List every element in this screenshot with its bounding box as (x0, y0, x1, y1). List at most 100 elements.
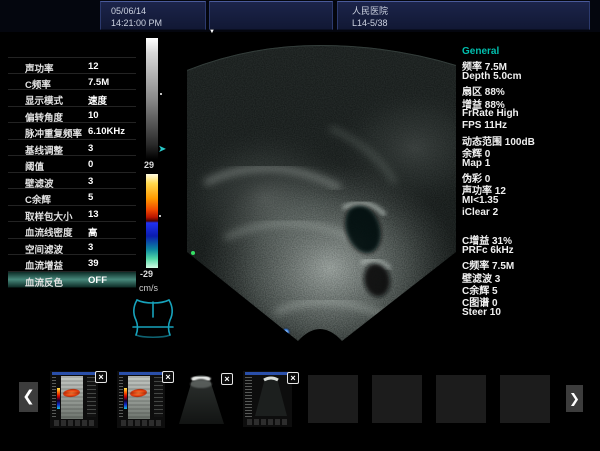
info-c-gain: C增益 31% (462, 232, 598, 244)
param-value: 12 (88, 61, 99, 72)
thumb-titlebar (119, 372, 163, 375)
info-frequency: 频率 7.5M (462, 58, 598, 70)
hospital-box: 人民医院 L14-5/38 (337, 1, 590, 30)
info-framerate: FrRate High (462, 108, 598, 120)
thumb-mini-strip (54, 420, 94, 426)
body-marker-icon[interactable] (126, 296, 180, 340)
param-label: 基线调整 (25, 143, 63, 157)
info-spacer (462, 219, 598, 232)
date-text: 05/06/14 (111, 5, 205, 17)
param-label: 血流增益 (25, 258, 63, 272)
param-row-display-mode[interactable]: 显示模式 速度 (8, 90, 136, 107)
param-row-flow-gain[interactable]: 血流增益 39 (8, 255, 136, 272)
ultrasound-image[interactable] (180, 33, 472, 349)
param-value: 0 (88, 159, 93, 170)
param-label: 血流线密度 (25, 225, 73, 239)
thumbnail-doppler-2[interactable] (117, 371, 165, 428)
thumb-doppler-blob (130, 388, 148, 398)
thumbnail-2-close-button[interactable]: × (162, 371, 174, 383)
thumb-info-column (154, 377, 163, 417)
thumbnail-1-close-button[interactable]: × (95, 371, 107, 383)
thumb-sector-shape (254, 375, 290, 419)
cursor-arrow-icon: ➤ (158, 144, 166, 155)
info-gain: 增益 88% (462, 96, 598, 108)
focus-marker-dot (160, 93, 162, 95)
thumb-bmode-image (61, 376, 83, 419)
param-row-spatial-filter[interactable]: 空间滤波 3 (8, 239, 136, 256)
parameter-panel: 声功率 12 C频率 7.5M 显示模式 速度 偏转角度 10 脉冲重复频率 6… (8, 57, 136, 288)
param-row-acoustic-power[interactable]: 声功率 12 (8, 57, 136, 74)
hospital-name: 人民医院 (352, 5, 589, 17)
param-row-packet-size[interactable]: 取样包大小 13 (8, 206, 136, 223)
info-sector: 扇区 88% (462, 83, 598, 95)
thumbnail-bmode-1[interactable] (177, 372, 226, 427)
thumb-bmode-image (128, 376, 150, 419)
param-label: C余辉 (25, 192, 51, 206)
param-value: 13 (88, 209, 99, 220)
empty-thumbnail-slot (308, 375, 358, 423)
thumb-mini-strip (121, 420, 161, 426)
param-value: 10 (88, 110, 99, 121)
preset-name: General (462, 46, 598, 58)
thumb-colorbar (57, 388, 60, 409)
thumb-sector-shape (177, 372, 226, 427)
color-velocity-bar (146, 174, 158, 268)
info-map: Map 1 (462, 158, 598, 170)
param-row-flow-invert-selected[interactable]: 血流反色 OFF (8, 272, 136, 289)
chevron-right-icon: ❯ (569, 391, 580, 406)
close-icon: × (98, 372, 103, 382)
thumb-param-column (245, 377, 252, 417)
param-label: 脉冲重复频率 (25, 126, 82, 140)
empty-thumbnail-slot (500, 375, 550, 423)
info-mi: MI<1.35 (462, 195, 598, 207)
thumbnail-4-close-button[interactable]: × (287, 372, 299, 384)
info-c-map: C图谱 0 (462, 294, 598, 306)
param-row-c-persistence[interactable]: C余辉 5 (8, 189, 136, 206)
param-label: C频率 (25, 77, 51, 91)
thumb-doppler-blob (63, 388, 81, 398)
param-value: OFF (88, 275, 107, 286)
param-value: 6.10KHz (88, 126, 125, 137)
param-value: 3 (88, 242, 93, 253)
velocity-unit-label: cm/s (139, 283, 158, 293)
patient-info-box (209, 1, 333, 30)
thumbnail-3-close-button[interactable]: × (221, 373, 233, 385)
info-prfc: PRFc 6kHz (462, 245, 598, 257)
param-label: 取样包大小 (25, 209, 73, 223)
empty-thumbnail-slot (372, 375, 422, 423)
sector-content (180, 33, 472, 349)
param-row-threshold[interactable]: 阈值 0 (8, 156, 136, 173)
thumbnail-bmode-2[interactable] (243, 371, 292, 427)
info-wall-filter: 壁滤波 3 (462, 270, 598, 282)
param-row-wall-filter[interactable]: 壁滤波 3 (8, 173, 136, 190)
prev-thumbnails-button[interactable]: ❮ (19, 382, 38, 412)
param-label: 空间滤波 (25, 242, 63, 256)
thumb-titlebar (52, 372, 96, 375)
datetime-box: 05/06/14 14:21:00 PM (100, 1, 206, 30)
focus-dot-green (191, 251, 195, 255)
probe-model: L14-5/38 (352, 17, 589, 29)
param-value: 5 (88, 192, 93, 203)
image-info-panel: General 频率 7.5M Depth 5.0cm 扇区 88% 增益 88… (462, 46, 598, 319)
info-fps: FPS 11Hz (462, 120, 598, 132)
next-thumbnails-button[interactable]: ❯ (566, 385, 583, 412)
param-label: 血流反色 (25, 275, 63, 289)
param-row-c-frequency[interactable]: C频率 7.5M (8, 74, 136, 91)
thumb-colorbar (124, 388, 127, 409)
grayscale-bar (146, 38, 158, 159)
param-value: 3 (88, 143, 93, 154)
info-acoustic-power: 声功率 12 (462, 182, 598, 194)
thumbnail-doppler-1[interactable] (50, 371, 98, 428)
reference-dot-blue (281, 327, 291, 337)
close-icon: × (290, 373, 295, 383)
info-depth: Depth 5.0cm (462, 71, 598, 83)
param-row-line-density[interactable]: 血流线密度 高 (8, 222, 136, 239)
param-value: 3 (88, 176, 93, 187)
info-dynamic-range: 动态范围 100dB (462, 133, 598, 145)
param-row-steer-angle[interactable]: 偏转角度 10 (8, 107, 136, 124)
param-row-baseline[interactable]: 基线调整 3 (8, 140, 136, 157)
info-c-frequency: C频率 7.5M (462, 257, 598, 269)
param-label: 偏转角度 (25, 110, 63, 124)
param-row-prf[interactable]: 脉冲重复频率 6.10KHz (8, 123, 136, 140)
param-label: 显示模式 (25, 93, 63, 107)
